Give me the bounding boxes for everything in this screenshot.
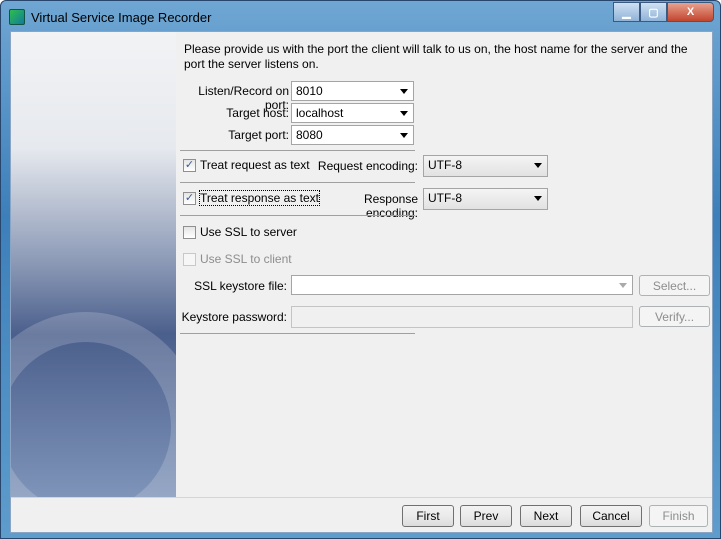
window-title: Virtual Service Image Recorder	[31, 9, 212, 25]
chevron-down-icon	[400, 111, 408, 116]
first-button[interactable]: First	[402, 505, 454, 527]
request-encoding-label: Request encoding:	[317, 159, 418, 173]
target-host-value: localhost	[296, 106, 344, 120]
chevron-down-icon	[534, 163, 542, 168]
checkbox-unchecked-icon	[183, 252, 196, 266]
target-port-combo[interactable]: 8080	[291, 125, 414, 145]
treat-request-checkbox[interactable]: ✓ Treat request as text	[183, 158, 310, 172]
title-bar: Virtual Service Image Recorder	[9, 5, 211, 29]
close-button[interactable]: X	[667, 2, 714, 22]
treat-response-checkbox[interactable]: ✓ Treat response as text	[183, 190, 320, 206]
ssl-client-label: Use SSL to client	[200, 252, 292, 266]
target-port-label: Target port:	[228, 128, 289, 142]
keystore-password-label: Keystore password:	[181, 310, 287, 324]
checkbox-checked-icon: ✓	[183, 191, 196, 205]
button-bar	[11, 497, 712, 498]
app-icon	[9, 9, 25, 25]
response-encoding-combo[interactable]: UTF-8	[423, 188, 548, 210]
keystore-file-combo[interactable]	[291, 275, 633, 295]
next-button[interactable]: Next	[520, 505, 572, 527]
intro-text: Please provide us with the port the clie…	[184, 42, 688, 71]
ssl-server-checkbox[interactable]: Use SSL to server	[183, 225, 297, 239]
ssl-client-checkbox[interactable]: Use SSL to client	[183, 252, 292, 266]
separator	[180, 182, 415, 183]
target-host-combo[interactable]: localhost	[291, 103, 414, 123]
listen-port-value: 8010	[296, 84, 323, 98]
treat-request-label: Treat request as text	[200, 158, 310, 172]
chevron-down-icon	[400, 89, 408, 94]
keystore-file-label: SSL keystore file:	[194, 279, 287, 293]
minimize-button[interactable]: ▁	[613, 2, 640, 22]
window: Virtual Service Image Recorder ▁ ▢ X Ple…	[0, 0, 721, 539]
separator	[180, 150, 415, 151]
finish-button[interactable]: Finish	[649, 505, 708, 527]
keystore-password-field[interactable]	[291, 306, 633, 328]
select-button[interactable]: Select...	[639, 275, 710, 296]
chevron-down-icon	[619, 283, 627, 288]
prev-button[interactable]: Prev	[460, 505, 512, 527]
listen-port-combo[interactable]: 8010	[291, 81, 414, 101]
chevron-down-icon	[534, 196, 542, 201]
target-port-value: 8080	[296, 128, 323, 142]
request-encoding-combo[interactable]: UTF-8	[423, 155, 548, 177]
maximize-button[interactable]: ▢	[640, 2, 667, 22]
separator	[180, 333, 415, 334]
checkbox-unchecked-icon	[183, 225, 196, 239]
request-encoding-value: UTF-8	[428, 158, 462, 172]
cancel-button[interactable]: Cancel	[580, 505, 642, 527]
ssl-server-label: Use SSL to server	[200, 225, 297, 239]
separator	[180, 215, 415, 216]
side-banner-image	[11, 32, 176, 497]
verify-button[interactable]: Verify...	[639, 306, 710, 327]
chevron-down-icon	[400, 133, 408, 138]
checkbox-checked-icon: ✓	[183, 158, 196, 172]
response-encoding-value: UTF-8	[428, 191, 462, 205]
dialog-content: Please provide us with the port the clie…	[10, 31, 713, 533]
target-host-label: Target host:	[226, 106, 289, 120]
treat-response-label: Treat response as text	[199, 190, 320, 206]
